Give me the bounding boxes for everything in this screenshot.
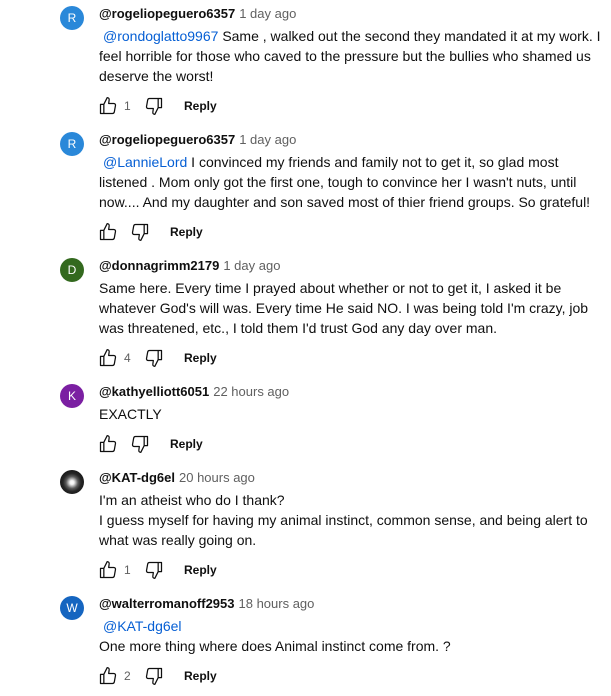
comment-line: EXACTLY xyxy=(99,406,162,422)
reply-button[interactable]: Reply xyxy=(184,563,217,577)
like-button[interactable] xyxy=(96,220,120,244)
reply-button[interactable]: Reply xyxy=(184,351,217,365)
reply-button[interactable]: Reply xyxy=(170,437,203,451)
comment-time[interactable]: 1 day ago xyxy=(239,132,296,147)
comment-header: @donnagrimm2179 1 day ago xyxy=(99,257,280,275)
like-button[interactable] xyxy=(96,432,120,456)
comment-text: @LannieLord I convinced my friends and f… xyxy=(99,152,604,212)
comment-header: @rogeliopeguero6357 1 day ago xyxy=(99,5,296,23)
thumbs-up-icon xyxy=(99,561,117,579)
like-count: 4 xyxy=(124,351,131,365)
like-count: 1 xyxy=(124,99,131,113)
comment-actions: Reply xyxy=(96,220,203,244)
mention-link[interactable]: @LannieLord xyxy=(103,154,187,170)
thumbs-up-icon xyxy=(99,667,117,685)
comment-actions: Reply xyxy=(96,432,203,456)
comment-actions: 1 Reply xyxy=(96,94,217,118)
comment-author[interactable]: @rogeliopeguero6357 xyxy=(99,132,235,147)
reply-button[interactable]: Reply xyxy=(170,225,203,239)
comment-text: EXACTLY xyxy=(99,404,604,424)
thumbs-down-icon xyxy=(145,349,163,367)
dislike-button[interactable] xyxy=(142,346,166,370)
comment-actions: 1 Reply xyxy=(96,558,217,582)
thumbs-down-icon xyxy=(131,223,149,241)
thumbs-up-icon xyxy=(99,349,117,367)
comment-line: was threatened, etc., I told them I'd tr… xyxy=(99,320,497,336)
mention-link[interactable]: @KAT-dg6el xyxy=(103,618,182,634)
comment-time[interactable]: 22 hours ago xyxy=(213,384,289,399)
comment-line: whatever God's will was. Every time He s… xyxy=(99,300,589,316)
comment-header: @kathyelliott6051 22 hours ago xyxy=(99,383,289,401)
comment-header: @rogeliopeguero6357 1 day ago xyxy=(99,131,296,149)
comment-line: feel horrible for those who caved to the… xyxy=(99,48,591,64)
comment-text: @KAT-dg6el One more thing where does Ani… xyxy=(99,616,604,656)
comment-author[interactable]: @rogeliopeguero6357 xyxy=(99,6,235,21)
dislike-button[interactable] xyxy=(142,558,166,582)
avatar[interactable]: K xyxy=(60,384,84,408)
comment-author[interactable]: @walterromanoff2953 xyxy=(99,596,235,611)
comment-time[interactable]: 1 day ago xyxy=(239,6,296,21)
comment-actions: 2 Reply xyxy=(96,664,217,688)
comment-line: what was really going on. xyxy=(99,532,257,548)
comment-author[interactable]: @donnagrimm2179 xyxy=(99,258,219,273)
comment-author[interactable]: @kathyelliott6051 xyxy=(99,384,209,399)
comment-actions: 4 Reply xyxy=(96,346,217,370)
like-button[interactable] xyxy=(96,94,120,118)
thumbs-down-icon xyxy=(145,97,163,115)
comment-text: Same here. Every time I prayed about whe… xyxy=(99,278,604,338)
avatar[interactable]: D xyxy=(60,258,84,282)
like-button[interactable] xyxy=(96,664,120,688)
comment-time[interactable]: 1 day ago xyxy=(223,258,280,273)
dislike-button[interactable] xyxy=(128,432,152,456)
like-count: 2 xyxy=(124,669,131,683)
thumbs-up-icon xyxy=(99,223,117,241)
comment-line: @rondoglatto9967 Same , walked out the s… xyxy=(103,28,601,44)
thumbs-down-icon xyxy=(131,435,149,453)
like-button[interactable] xyxy=(96,346,120,370)
comment-author[interactable]: @KAT-dg6el xyxy=(99,470,175,485)
comment-line: @KAT-dg6el xyxy=(99,616,604,636)
comment-line: One more thing where does Animal instinc… xyxy=(99,638,451,654)
comment-line: @LannieLord I convinced my friends and f… xyxy=(103,154,559,170)
comment-line: Same here. Every time I prayed about whe… xyxy=(99,280,562,296)
comment-line: listened . Mom only got the first one, t… xyxy=(99,174,577,190)
avatar[interactable]: R xyxy=(60,132,84,156)
dislike-button[interactable] xyxy=(142,664,166,688)
comment-time[interactable]: 20 hours ago xyxy=(179,470,255,485)
avatar[interactable]: W xyxy=(60,596,84,620)
avatar[interactable] xyxy=(60,470,84,494)
comment-line: now.... And my daughter and son saved mo… xyxy=(99,194,591,210)
thumbs-down-icon xyxy=(145,561,163,579)
thumbs-up-icon xyxy=(99,435,117,453)
reply-button[interactable]: Reply xyxy=(184,669,217,683)
comment-header: @KAT-dg6el 20 hours ago xyxy=(99,469,255,487)
comment-time[interactable]: 18 hours ago xyxy=(239,596,315,611)
comment-text: @rondoglatto9967 Same , walked out the s… xyxy=(99,26,604,86)
mention-link[interactable]: @rondoglatto9967 xyxy=(103,28,218,44)
comment-header: @walterromanoff2953 18 hours ago xyxy=(99,595,314,613)
dislike-button[interactable] xyxy=(128,220,152,244)
thumbs-up-icon xyxy=(99,97,117,115)
comment-line: I guess myself for having my animal inst… xyxy=(99,512,588,528)
comment-line: deserve the worst! xyxy=(99,68,214,84)
thumbs-down-icon xyxy=(145,667,163,685)
reply-button[interactable]: Reply xyxy=(184,99,217,113)
like-count: 1 xyxy=(124,563,131,577)
comment-text: I'm an atheist who do I thank? I guess m… xyxy=(99,490,604,550)
like-button[interactable] xyxy=(96,558,120,582)
dislike-button[interactable] xyxy=(142,94,166,118)
avatar[interactable]: R xyxy=(60,6,84,30)
comment-line: I'm an atheist who do I thank? xyxy=(99,492,285,508)
